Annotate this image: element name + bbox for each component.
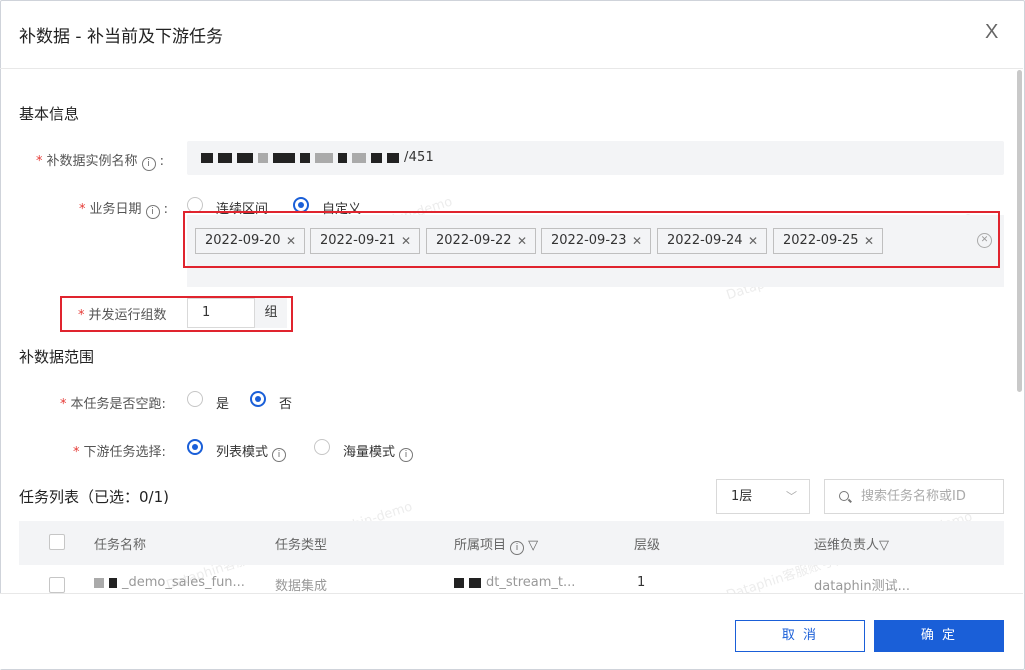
section-basic-info: 基本信息 bbox=[19, 105, 80, 123]
remove-tag-icon[interactable]: ✕ bbox=[632, 229, 642, 253]
cancel-button[interactable]: 取 消 bbox=[735, 620, 865, 652]
concurrency-input[interactable]: 1 bbox=[187, 298, 255, 328]
info-icon[interactable]: i bbox=[141, 157, 156, 171]
cell-project: dt_stream_t... bbox=[454, 575, 575, 590]
date-tag[interactable]: 2022-09-22 ✕ bbox=[426, 228, 536, 254]
instance-name-field[interactable]: odps_fo/451 bbox=[187, 141, 1004, 175]
biz-date-label: * 业务日期 i : bbox=[79, 202, 169, 219]
chevron-down-icon: ﹀ bbox=[786, 490, 797, 503]
radio-dry-run-yes-label: 是 bbox=[216, 397, 230, 412]
date-tag[interactable]: 2022-09-23 ✕ bbox=[541, 228, 651, 254]
col-level: 层级 bbox=[634, 538, 661, 553]
date-tag[interactable]: 2022-09-21 ✕ bbox=[310, 228, 420, 254]
task-list-title: 任务列表（已选：0/1) bbox=[19, 488, 169, 506]
level-select[interactable]: 1层 ﹀ bbox=[716, 479, 810, 514]
table-row[interactable]: _demo_sales_fun... 数据集成 dt_stream_t... 1… bbox=[19, 565, 1004, 594]
radio-list-mode-label: 列表模式 i bbox=[216, 441, 287, 462]
dry-run-label: * 本任务是否空跑: bbox=[60, 397, 166, 412]
search-icon bbox=[839, 491, 849, 501]
confirm-button[interactable]: 确 定 bbox=[874, 620, 1004, 652]
filter-icon[interactable]: ▽ bbox=[879, 538, 889, 553]
col-owner: 运维负责人▽ bbox=[814, 538, 890, 553]
cell-owner: dataphin测试... bbox=[814, 579, 911, 594]
select-all-checkbox[interactable] bbox=[49, 534, 65, 550]
date-tag[interactable]: 2022-09-25 ✕ bbox=[773, 228, 883, 254]
concurrency-label: * 并发运行组数 bbox=[78, 308, 167, 323]
remove-tag-icon[interactable]: ✕ bbox=[517, 229, 527, 253]
downstream-label: * 下游任务选择: bbox=[73, 445, 166, 460]
radio-dry-run-yes[interactable] bbox=[187, 391, 203, 407]
col-task-type: 任务类型 bbox=[275, 538, 328, 553]
col-task-name: 任务名称 bbox=[94, 538, 147, 553]
radio-mass-mode-label: 海量模式 i bbox=[343, 441, 414, 462]
section-scope: 补数据范围 bbox=[19, 348, 95, 366]
radio-dry-run-no[interactable] bbox=[250, 391, 266, 407]
info-icon[interactable]: i bbox=[272, 448, 287, 462]
row-checkbox[interactable] bbox=[49, 577, 65, 593]
instance-name-label: * 补数据实例名称 i : bbox=[36, 154, 165, 171]
remove-tag-icon[interactable]: ✕ bbox=[864, 229, 874, 253]
clear-all-icon[interactable]: ✕ bbox=[977, 233, 992, 248]
table-header: 任务名称 任务类型 所属项目 i ▽ 层级 运维负责人▽ bbox=[19, 521, 1004, 565]
dialog-title: 补数据 - 补当前及下游任务 bbox=[19, 27, 223, 47]
date-tag[interactable]: 2022-09-24 ✕ bbox=[657, 228, 767, 254]
task-search-input[interactable]: 搜索任务名称或ID bbox=[824, 479, 1004, 514]
info-icon[interactable]: i bbox=[145, 205, 160, 219]
remove-tag-icon[interactable]: ✕ bbox=[401, 229, 411, 253]
close-icon[interactable]: X bbox=[985, 22, 998, 42]
cell-task-name: _demo_sales_fun... bbox=[94, 575, 245, 590]
instance-name-value: odps_fo/451 bbox=[201, 150, 434, 165]
info-icon[interactable]: i bbox=[510, 541, 525, 555]
concurrency-unit: 组 bbox=[255, 298, 287, 328]
filter-icon[interactable]: ▽ bbox=[528, 538, 538, 553]
dialog-header: 补数据 - 补当前及下游任务 X bbox=[0, 0, 1023, 69]
scrollbar[interactable] bbox=[1015, 68, 1023, 588]
info-icon[interactable]: i bbox=[399, 448, 414, 462]
radio-dry-run-no-label: 否 bbox=[279, 397, 293, 412]
radio-mass-mode[interactable] bbox=[314, 439, 330, 455]
dialog-footer: 取 消 确 定 bbox=[0, 593, 1023, 669]
radio-list-mode[interactable] bbox=[187, 439, 203, 455]
col-project: 所属项目 i ▽ bbox=[454, 538, 539, 555]
cell-level: 1 bbox=[637, 575, 646, 590]
cell-task-type: 数据集成 bbox=[275, 579, 328, 594]
remove-tag-icon[interactable]: ✕ bbox=[748, 229, 758, 253]
remove-tag-icon[interactable]: ✕ bbox=[286, 229, 296, 253]
date-tag[interactable]: 2022-09-20 ✕ bbox=[195, 228, 305, 254]
scrollbar-thumb[interactable] bbox=[1017, 70, 1022, 392]
